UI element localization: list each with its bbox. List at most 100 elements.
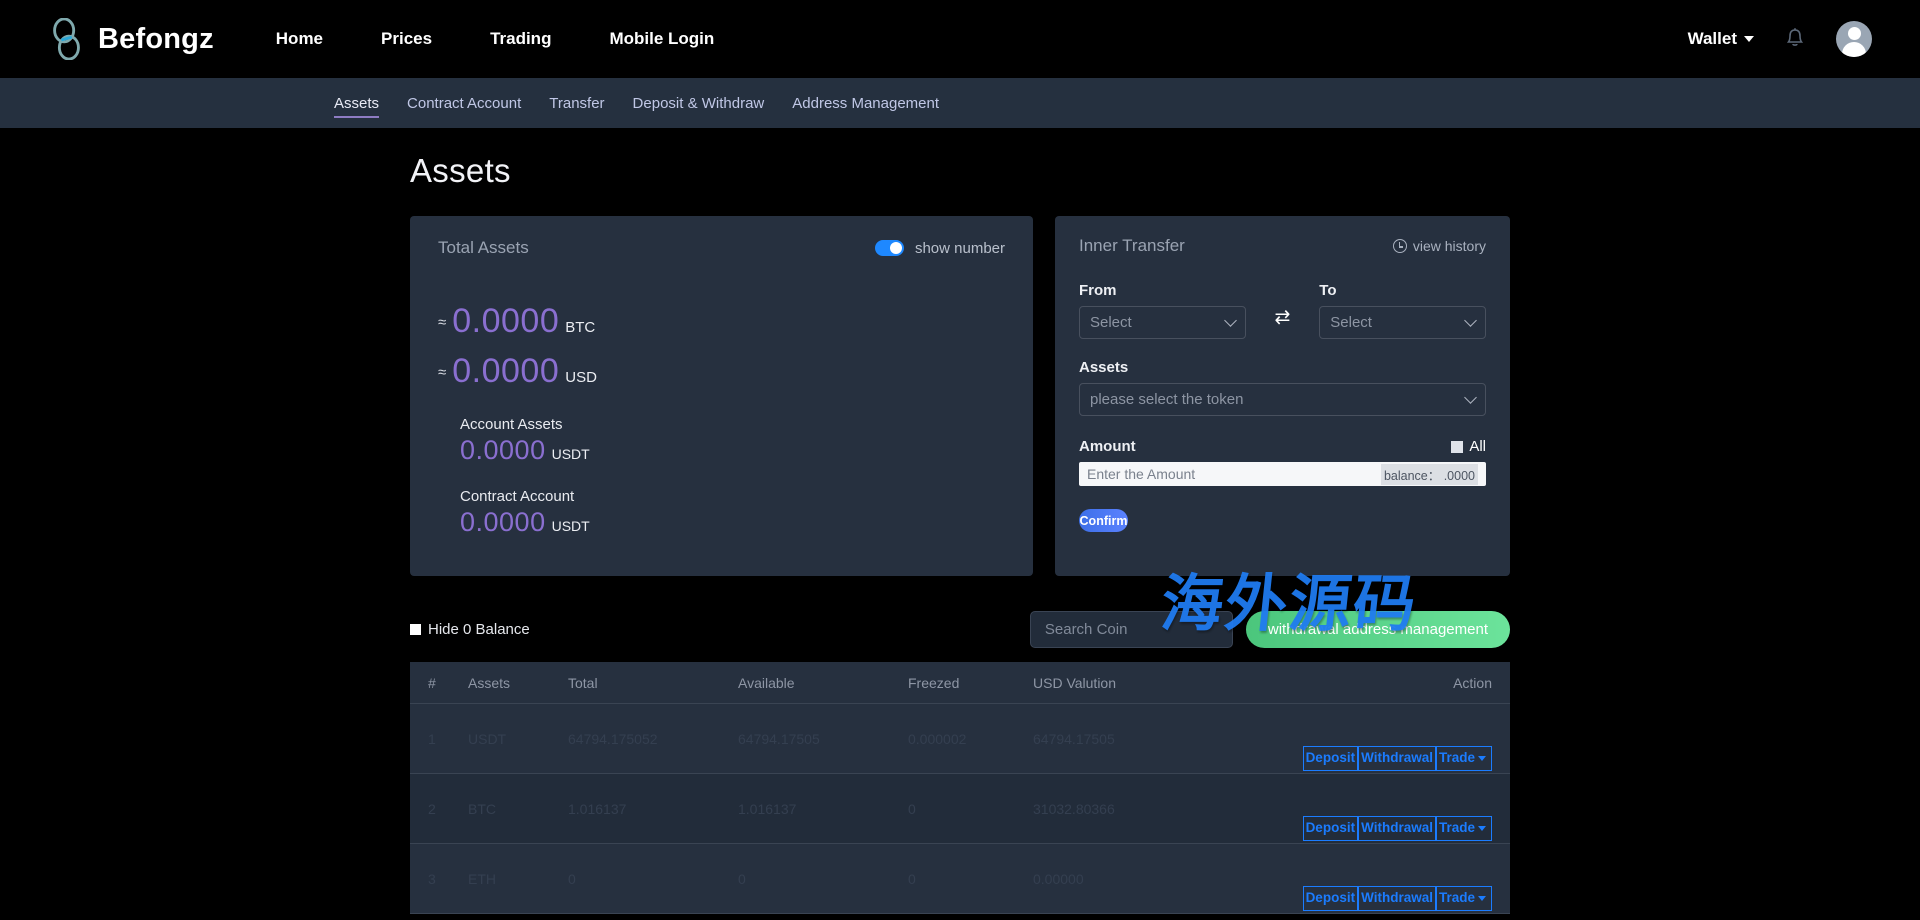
confirm-button[interactable]: Confirm xyxy=(1079,509,1128,532)
clock-icon xyxy=(1392,239,1407,253)
befongz-logo-icon xyxy=(53,18,80,60)
from-select[interactable]: Select xyxy=(1079,306,1246,339)
to-field: To Select xyxy=(1319,282,1486,339)
cell-asset: USDT xyxy=(468,730,507,747)
row-actions: Deposit Withdrawal Trade xyxy=(1302,816,1492,841)
wallet-label: Wallet xyxy=(1687,29,1737,48)
wallet-dropdown[interactable]: Wallet xyxy=(1688,29,1754,49)
chevron-down-icon xyxy=(1223,314,1237,327)
withdrawal-button[interactable]: Withdrawal xyxy=(1358,746,1436,771)
col-header-action: Action xyxy=(1453,674,1492,691)
contract-account-block: Contract Account 0.0000 USDT xyxy=(438,488,1005,538)
checkbox-icon xyxy=(1451,440,1464,453)
cell-available: 64794.17505 xyxy=(738,730,820,747)
cell-total: 64794.175052 xyxy=(568,730,658,747)
from-field: From Select xyxy=(1079,282,1246,339)
chevron-down-icon xyxy=(1478,825,1486,831)
withdrawal-button[interactable]: Withdrawal xyxy=(1358,816,1436,841)
nav-link-mobile-login[interactable]: Mobile Login xyxy=(609,29,714,49)
trade-dropdown-button[interactable]: Trade xyxy=(1435,886,1492,911)
to-label: To xyxy=(1319,282,1337,299)
chevron-down-icon xyxy=(1478,755,1486,761)
withdrawal-address-management-button[interactable]: withdrawal address management xyxy=(1245,610,1510,648)
cell-available: 1.016137 xyxy=(738,800,797,817)
hide-zero-balance-checkbox[interactable]: Hide 0 Balance xyxy=(410,621,530,638)
account-assets-unit: USDT xyxy=(551,446,590,462)
chevron-down-icon xyxy=(1744,36,1754,42)
show-number-toggle[interactable]: show number xyxy=(874,239,1005,257)
view-history-link[interactable]: view history xyxy=(1392,238,1486,254)
swap-direction-button[interactable]: ⇄ xyxy=(1246,306,1320,339)
deposit-button[interactable]: Deposit xyxy=(1302,816,1359,841)
notification-bell-icon[interactable] xyxy=(1784,27,1806,51)
table-row[interactable]: 3 ETH 0 0 0 0.00000 Deposit Withdrawal T… xyxy=(410,844,1510,914)
assets-table: # Assets Total Available Freezed USD Val… xyxy=(410,662,1510,914)
table-row[interactable]: 2 BTC 1.016137 1.016137 0 31032.80366 De… xyxy=(410,774,1510,844)
to-select-value: Select xyxy=(1330,314,1372,331)
nav-link-home[interactable]: Home xyxy=(276,29,323,49)
cell-total: 1.016137 xyxy=(568,800,627,817)
col-header-assets: Assets xyxy=(468,674,511,691)
col-header-total: Total xyxy=(568,674,598,691)
sidebar-item-deposit-withdraw[interactable]: Deposit & Withdraw xyxy=(619,78,779,128)
total-usd-unit: USD xyxy=(565,369,597,386)
total-usd-row: ≈ 0.0000 USD xyxy=(438,354,1005,388)
row-actions: Deposit Withdrawal Trade xyxy=(1302,746,1492,771)
nav-link-trading[interactable]: Trading xyxy=(490,29,551,49)
approx-sign-usd: ≈ xyxy=(438,364,447,381)
trade-label: Trade xyxy=(1438,890,1475,905)
cell-asset: ETH xyxy=(468,870,496,887)
assets-field: Assets please select the token xyxy=(1079,359,1486,416)
checkbox-icon xyxy=(410,623,421,635)
sidebar-item-assets[interactable]: Assets xyxy=(320,78,393,128)
sidebar-item-address-management[interactable]: Address Management xyxy=(778,78,953,128)
total-assets-header: Total Assets show number xyxy=(438,238,1005,258)
search-input[interactable]: Search Coin xyxy=(1029,610,1233,648)
col-header-usd-valution: USD Valution xyxy=(1033,674,1117,691)
amount-input[interactable]: Enter the Amount balance： .0000 xyxy=(1079,462,1486,486)
user-avatar[interactable] xyxy=(1836,21,1872,57)
table-header-row: # Assets Total Available Freezed USD Val… xyxy=(410,662,1510,704)
table-row[interactable]: 1 USDT 64794.175052 64794.17505 0.000002… xyxy=(410,704,1510,774)
cell-usd: 64794.17505 xyxy=(1033,730,1115,747)
filter-right-group: Search Coin withdrawal address managemen… xyxy=(1029,610,1510,648)
total-btc-value: 0.0000 xyxy=(452,302,560,340)
hide-zero-balance-label: Hide 0 Balance xyxy=(428,620,530,638)
account-assets-block: Account Assets 0.0000 USDT xyxy=(438,416,1005,466)
deposit-button[interactable]: Deposit xyxy=(1302,886,1359,911)
swap-arrows-icon: ⇄ xyxy=(1274,307,1291,328)
sidebar-item-contract-account[interactable]: Contract Account xyxy=(393,78,535,128)
amount-placeholder: Enter the Amount xyxy=(1087,466,1196,482)
nav-link-prices[interactable]: Prices xyxy=(381,29,432,49)
top-navbar: Befongz Home Prices Trading Mobile Login… xyxy=(0,0,1920,78)
deposit-button[interactable]: Deposit xyxy=(1302,746,1359,771)
trade-label: Trade xyxy=(1438,820,1475,835)
total-btc-unit: BTC xyxy=(565,319,596,336)
inner-transfer-card: Inner Transfer view history From Select xyxy=(1055,216,1510,576)
from-label: From xyxy=(1079,282,1117,299)
from-select-value: Select xyxy=(1090,314,1132,331)
contract-account-unit: USDT xyxy=(551,518,590,534)
withdrawal-button[interactable]: Withdrawal xyxy=(1358,886,1436,911)
all-checkbox[interactable]: All xyxy=(1451,438,1486,455)
amount-header: Amount All xyxy=(1079,438,1486,455)
trade-dropdown-button[interactable]: Trade xyxy=(1435,746,1492,771)
to-select[interactable]: Select xyxy=(1319,306,1486,339)
sidebar-item-transfer[interactable]: Transfer xyxy=(535,78,618,128)
trade-dropdown-button[interactable]: Trade xyxy=(1435,816,1492,841)
token-select[interactable]: please select the token xyxy=(1079,383,1486,416)
contract-account-label: Contract Account xyxy=(460,488,575,505)
total-assets-title: Total Assets xyxy=(438,238,529,257)
amount-label: Amount xyxy=(1079,438,1136,455)
app-root: Befongz Home Prices Trading Mobile Login… xyxy=(0,0,1920,920)
total-usd-value: 0.0000 xyxy=(452,352,560,390)
toggle-switch[interactable] xyxy=(874,240,904,256)
show-number-label: show number xyxy=(914,239,1005,257)
token-select-value: please select the token xyxy=(1090,391,1244,408)
col-header-index: # xyxy=(428,674,436,691)
inner-transfer-header: Inner Transfer view history xyxy=(1079,236,1486,256)
total-btc-row: ≈ 0.0000 BTC xyxy=(438,304,1005,338)
brand-logo-link[interactable]: Befongz xyxy=(50,18,214,60)
from-to-row: From Select ⇄ To Select xyxy=(1079,282,1486,339)
account-assets-label: Account Assets xyxy=(460,416,563,433)
